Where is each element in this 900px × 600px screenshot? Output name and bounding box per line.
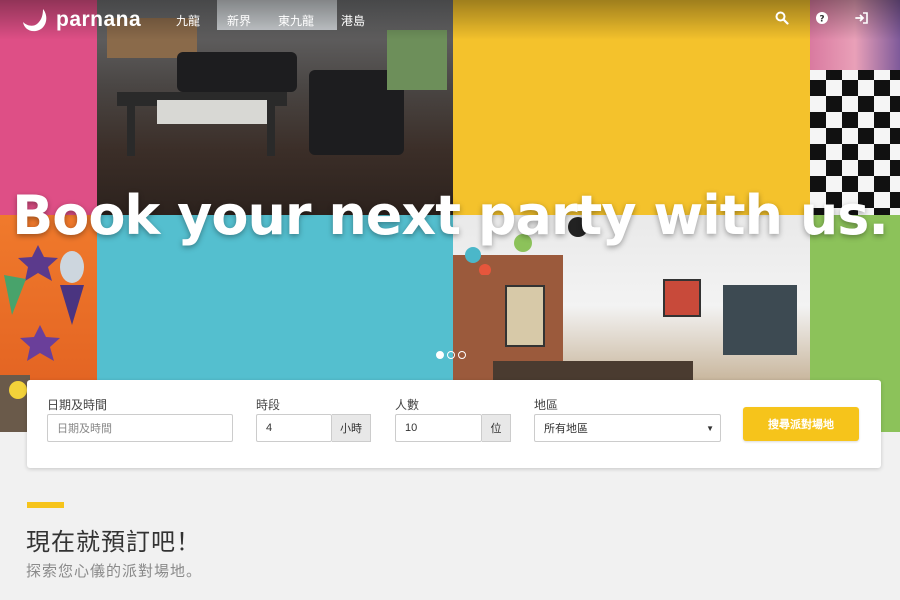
dropdown-arrow-icon: ▼ [706,424,714,433]
datetime-input[interactable]: 日期及時間 [47,414,233,442]
hero-title: Book your next party with us. [12,184,889,247]
logo[interactable]: parnana [22,6,141,34]
login-icon[interactable] [855,11,869,25]
nav-link-hong-kong-island[interactable]: 港島 [341,12,365,29]
help-icon[interactable]: ? [815,11,829,25]
carousel-dot-2[interactable] [447,351,455,359]
carousel-dots [436,351,466,359]
section-title: 現在就預訂吧！ [26,528,201,556]
carousel-dot-1[interactable] [436,351,444,359]
duration-unit: 小時 [332,414,371,442]
duration-input[interactable]: 4 [256,414,332,442]
accent-bar [27,502,64,508]
region-select[interactable]: 所有地區 ▼ [534,414,721,442]
nav-link-east-kowloon[interactable]: 東九龍 [278,12,314,29]
people-input[interactable]: 10 [395,414,482,442]
duration-label: 時段 [256,398,281,412]
carousel-dot-3[interactable] [458,351,466,359]
top-nav: parnana 九龍 新界 東九龍 港島 ? [0,0,900,40]
nav-link-new-territories[interactable]: 新界 [227,12,251,29]
people-unit: 位 [482,414,511,442]
page: Book your next party with us. parnana 九龍… [0,0,900,600]
hero-banner: Book your next party with us. [0,0,900,432]
region-label: 地區 [534,398,559,412]
nav-link-kowloon[interactable]: 九龍 [176,12,200,29]
search-venue-button[interactable]: 搜尋派對場地 [743,407,859,441]
search-panel: 日期及時間 日期及時間 時段 4 小時 人數 10 位 地區 所有地區 ▼ 搜尋… [27,380,881,468]
region-select-value: 所有地區 [544,423,588,435]
logo-mark-icon [23,9,47,32]
datetime-label: 日期及時間 [47,398,108,412]
svg-text:?: ? [819,15,824,25]
people-label: 人數 [395,398,420,412]
search-icon[interactable] [775,11,789,25]
section-subtitle: 探索您心儀的派對場地。 [26,562,203,580]
brand-name: parnana [56,8,142,31]
